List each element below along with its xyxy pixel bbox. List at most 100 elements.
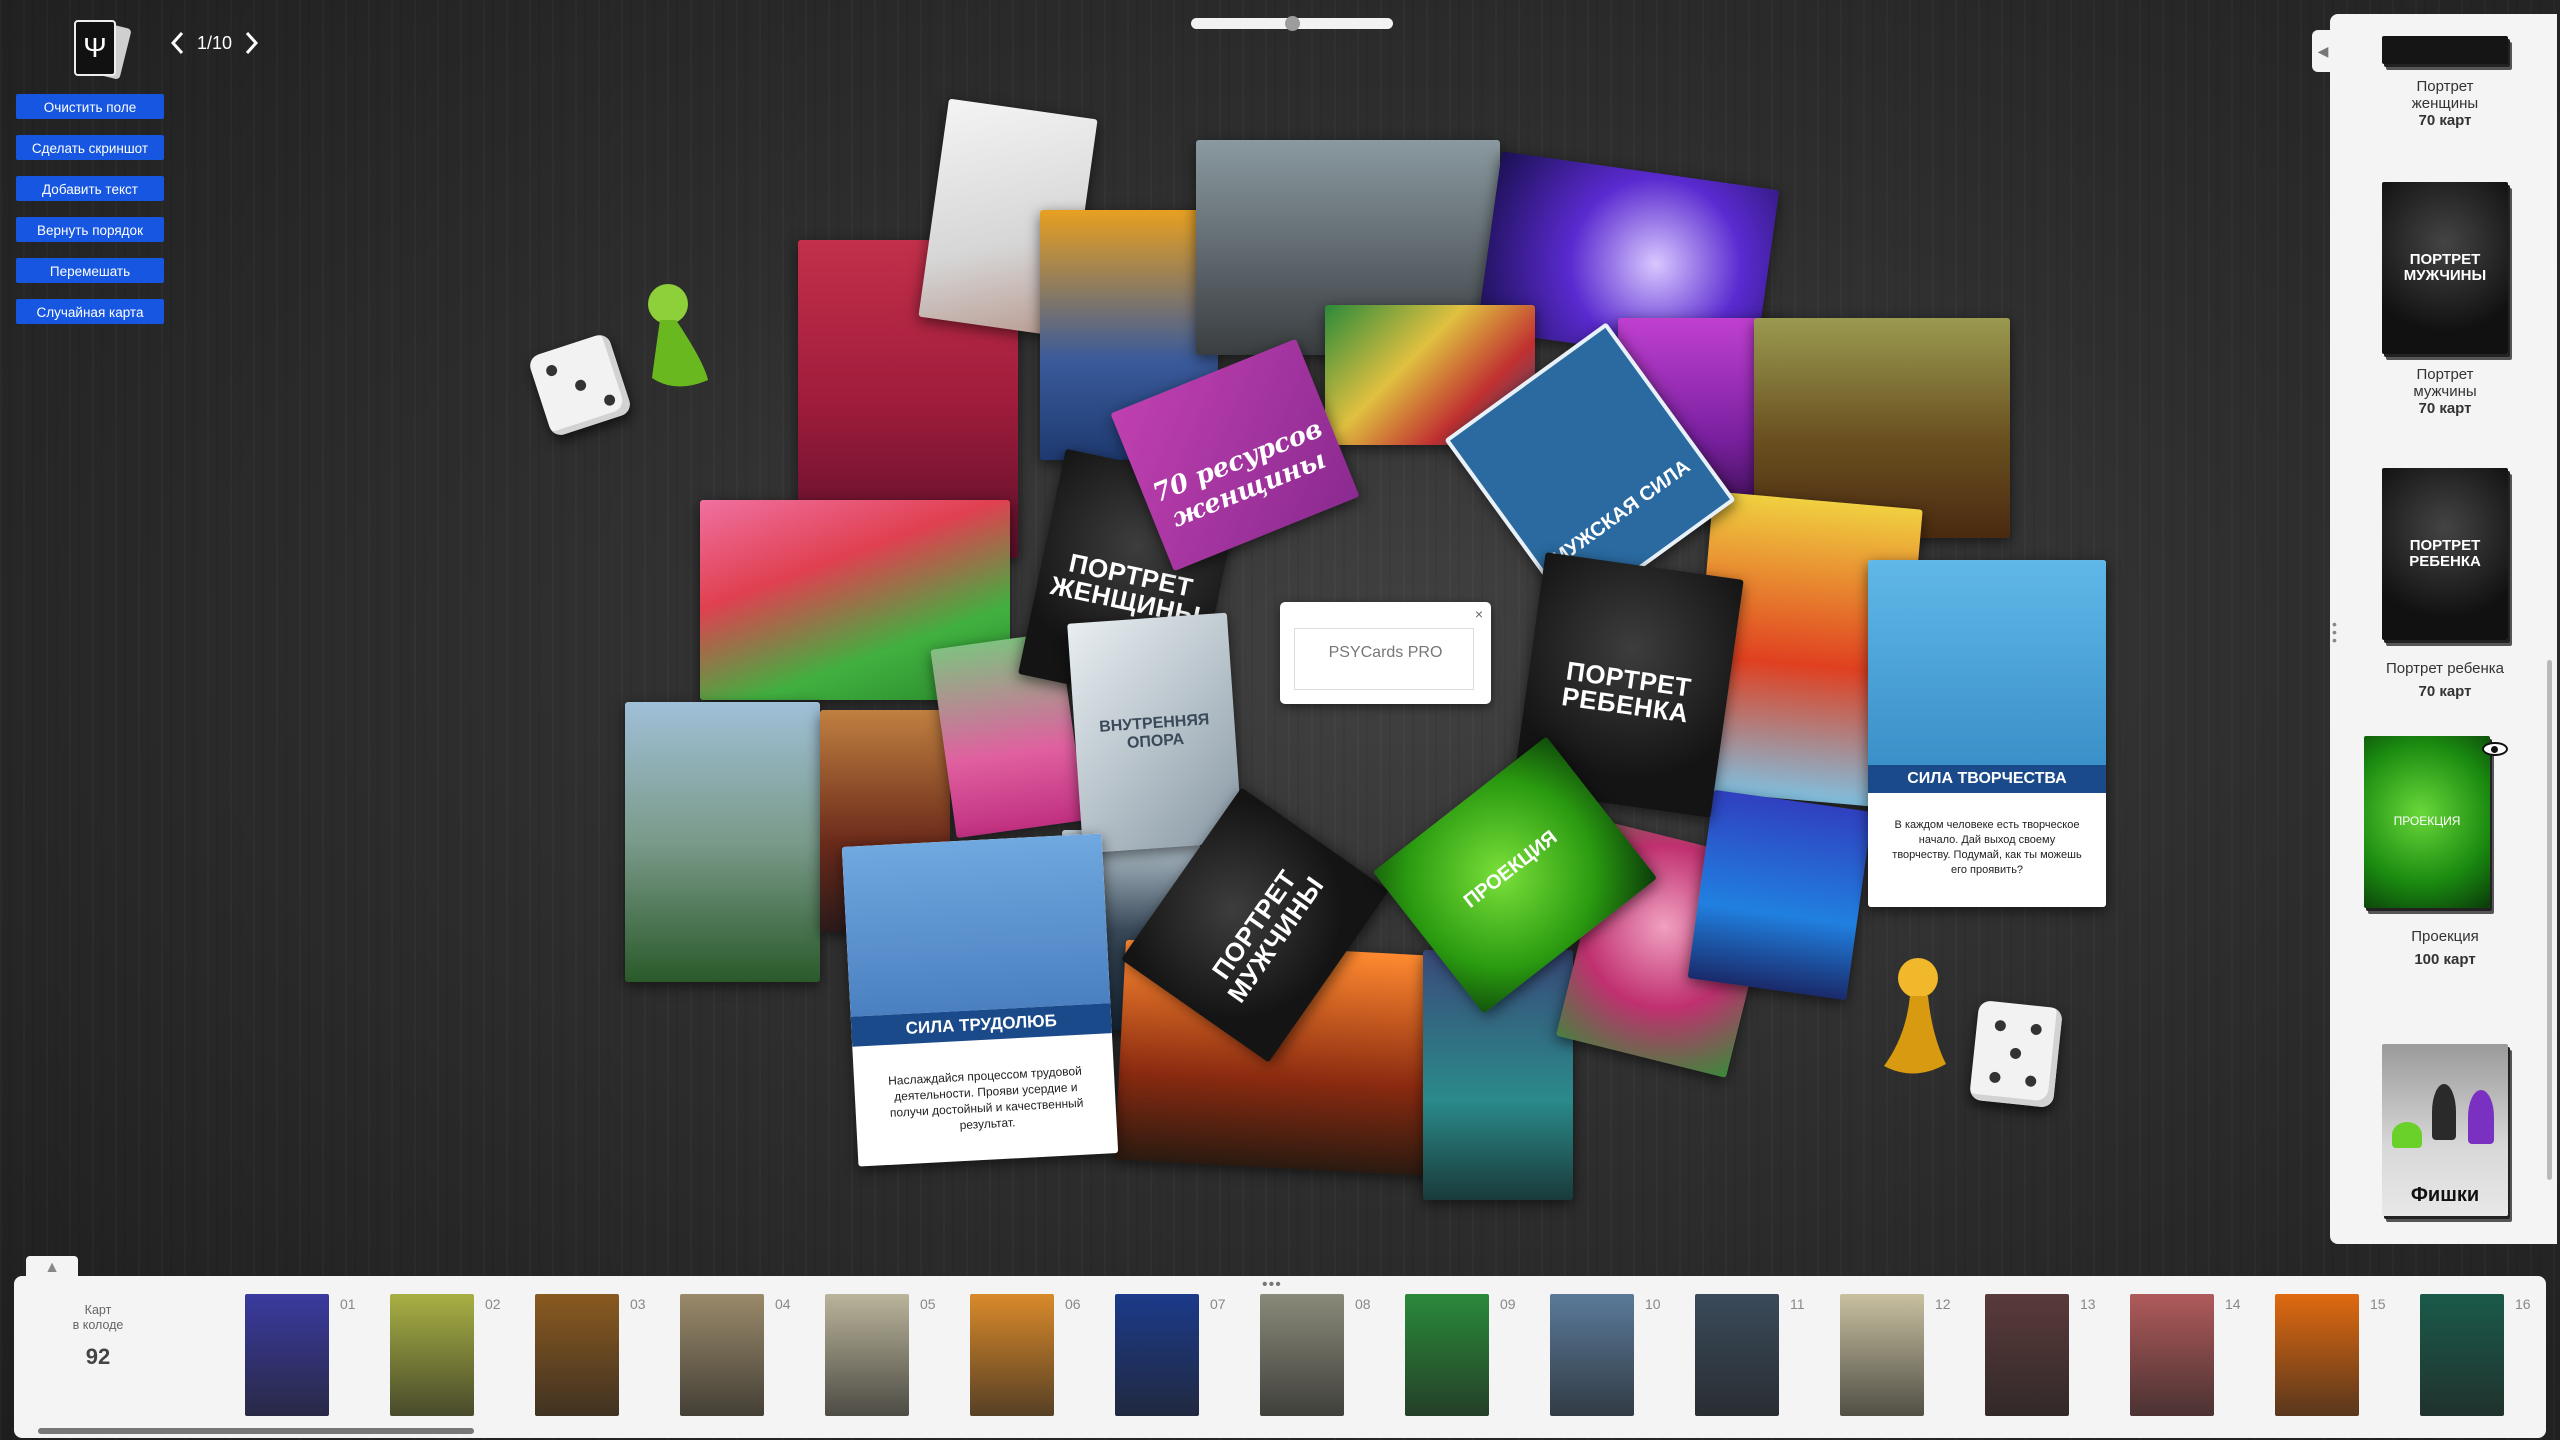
tray-card-number: 07: [1210, 1296, 1226, 1312]
yellow-pawn-icon[interactable]: [1880, 956, 1950, 1086]
board-card[interactable]: [625, 702, 820, 982]
tray-card-thumb[interactable]: [1260, 1294, 1344, 1416]
tray-card-thumb[interactable]: [825, 1294, 909, 1416]
card-text: В каждом человеке есть творческое начало…: [1892, 819, 2082, 876]
deck-counter-value: 92: [85, 1344, 111, 1369]
tray-card-number: 16: [2515, 1296, 2531, 1312]
card-creativity[interactable]: СИЛА ТВОРЧЕСТВА В каждом человеке есть т…: [1868, 560, 2106, 907]
board-card[interactable]: [1687, 789, 1873, 1001]
deck-card-inner-support[interactable]: ВНУТРЕННЯЯ ОПОРА: [1067, 612, 1243, 854]
deck-card-title: ВНУТРЕННЯЯ ОПОРА: [1098, 710, 1210, 752]
page-pager: 1/10: [165, 24, 264, 62]
tray-card-number: 05: [920, 1296, 936, 1312]
deck-thumb-title: ПРОЕКЦИЯ: [2393, 814, 2461, 828]
deck-count: 100 карт: [2414, 951, 2476, 968]
panel-resize-handle[interactable]: • • •: [2332, 617, 2340, 660]
deck-card-title: ПРОЕКЦИЯ: [1459, 826, 1562, 913]
deck-woman-label: Портрет женщины 70 карт: [2350, 78, 2540, 129]
tray-card-number: 03: [630, 1296, 646, 1312]
app-logo: Ψ: [66, 18, 132, 80]
right-panel-scrollbar[interactable]: [2547, 660, 2552, 1180]
tray-card-thumb[interactable]: [1840, 1294, 1924, 1416]
tray-card-number: 09: [1500, 1296, 1516, 1312]
tray-card-thumb[interactable]: [2420, 1294, 2504, 1416]
prev-page-icon[interactable]: [165, 30, 191, 56]
text-note[interactable]: × PSYCards PRO: [1280, 602, 1491, 704]
deck-card-title: ПОРТРЕТ РЕБЕНКА: [1559, 655, 1694, 729]
die-icon[interactable]: [527, 332, 633, 438]
card-image: [1868, 560, 2106, 765]
logo-glyph: Ψ: [74, 20, 116, 76]
deck-count: 70 карт: [2418, 400, 2472, 417]
tray-card-thumb[interactable]: [1405, 1294, 1489, 1416]
tray-card-thumb[interactable]: [1985, 1294, 2069, 1416]
deck-thumb-title: ПОРТРЕТ МУЖЧИНЫ: [2403, 251, 2487, 284]
tray-card-thumb[interactable]: [1115, 1294, 1199, 1416]
deck-thumb-projection[interactable]: ПРОЕКЦИЯ: [2364, 736, 2490, 908]
tray-card-number: 04: [775, 1296, 791, 1312]
deck-name: Портрет ребенка: [2385, 660, 2505, 677]
deck-name: Портрет мужчины: [2413, 366, 2477, 400]
card-diligence[interactable]: СИЛА ТРУДОЛЮБ Наслаждайся процессом труд…: [841, 833, 1119, 1167]
deck-counter: Карт в колоде 92: [50, 1300, 146, 1369]
tray-card-thumb[interactable]: [1550, 1294, 1634, 1416]
pawn-icon: [2392, 1122, 2422, 1148]
shuffle-button[interactable]: Перемешать: [16, 258, 164, 283]
card-image: [841, 833, 1111, 1017]
zoom-slider-knob[interactable]: [1285, 16, 1300, 31]
tray-card-number: 02: [485, 1296, 501, 1312]
close-icon[interactable]: ×: [1475, 606, 1483, 622]
deck-counter-label: в колоде: [72, 1318, 124, 1332]
restore-order-button[interactable]: Вернуть порядок: [16, 217, 164, 242]
deck-child-label: Портрет ребенка 70 карт: [2350, 660, 2540, 700]
tray-card-number: 01: [340, 1296, 356, 1312]
zoom-slider[interactable]: [1191, 16, 1393, 31]
deck-thumb-man[interactable]: ПОРТРЕТ МУЖЧИНЫ: [2382, 182, 2508, 354]
deck-count: 70 карт: [2418, 112, 2472, 129]
pawn-icon: [2432, 1084, 2456, 1140]
next-page-icon[interactable]: [238, 30, 264, 56]
deck-thumb-title: Фишки: [2410, 1184, 2480, 1206]
tray-card-thumb[interactable]: [2275, 1294, 2359, 1416]
deck-thumb-pieces[interactable]: Фишки: [2382, 1044, 2508, 1216]
tray-card-number: 15: [2370, 1296, 2386, 1312]
tray-card-thumb[interactable]: [970, 1294, 1054, 1416]
tray-card-number: 10: [1645, 1296, 1661, 1312]
deck-count: 70 карт: [2418, 683, 2472, 700]
tray-card-thumb[interactable]: [245, 1294, 329, 1416]
green-pawn-icon[interactable]: [646, 282, 714, 394]
tray-card-number: 12: [1935, 1296, 1951, 1312]
text-note-content: PSYCards PRO: [1328, 644, 1443, 661]
tray-card-thumb[interactable]: [535, 1294, 619, 1416]
collapse-tray-icon[interactable]: ▲: [26, 1256, 78, 1278]
card-text: Наслаждайся процессом трудовой деятельно…: [887, 1063, 1084, 1133]
deck-name: Проекция: [2411, 928, 2479, 945]
tray-card-number: 11: [1790, 1296, 1805, 1312]
deck-thumb-child[interactable]: ПОРТРЕТ РЕБЕНКА: [2382, 468, 2508, 640]
page-indicator: 1/10: [197, 32, 233, 53]
deck-thumb-title: ПОРТРЕТ РЕБЕНКА: [2409, 537, 2481, 570]
deck-card-title: 70 ресурсов женщины: [1148, 413, 1330, 534]
clear-field-button[interactable]: Очистить поле: [16, 94, 164, 119]
tray-card-thumb[interactable]: [2130, 1294, 2214, 1416]
tray-scrollbar[interactable]: [38, 1428, 474, 1434]
pawn-icon: [2468, 1090, 2494, 1144]
tray-resize-handle[interactable]: •••: [1262, 1276, 1282, 1294]
toolbar: Очистить поле Сделать скриншот Добавить …: [16, 94, 166, 340]
tray-card-number: 08: [1355, 1296, 1371, 1312]
deck-name: Портрет женщины: [2411, 78, 2479, 112]
tray-card-thumb[interactable]: [390, 1294, 474, 1416]
screenshot-button[interactable]: Сделать скриншот: [16, 135, 164, 160]
eye-icon: [2482, 742, 2508, 756]
tray-card-number: 13: [2080, 1296, 2096, 1312]
random-card-button[interactable]: Случайная карта: [16, 299, 164, 324]
tray-card-thumb[interactable]: [1695, 1294, 1779, 1416]
card-title-bar: СИЛА ТВОРЧЕСТВА: [1868, 765, 2106, 793]
tray-card-thumb[interactable]: [680, 1294, 764, 1416]
die-icon[interactable]: [1969, 999, 2063, 1109]
deck-panel: Портрет женщины 70 карт ПОРТРЕТ МУЖЧИНЫ …: [2330, 14, 2557, 1244]
add-text-button[interactable]: Добавить текст: [16, 176, 164, 201]
deck-thumb-woman[interactable]: [2382, 36, 2508, 64]
deck-projection-label: Проекция 100 карт: [2350, 928, 2540, 968]
tray-card-number: 06: [1065, 1296, 1081, 1312]
